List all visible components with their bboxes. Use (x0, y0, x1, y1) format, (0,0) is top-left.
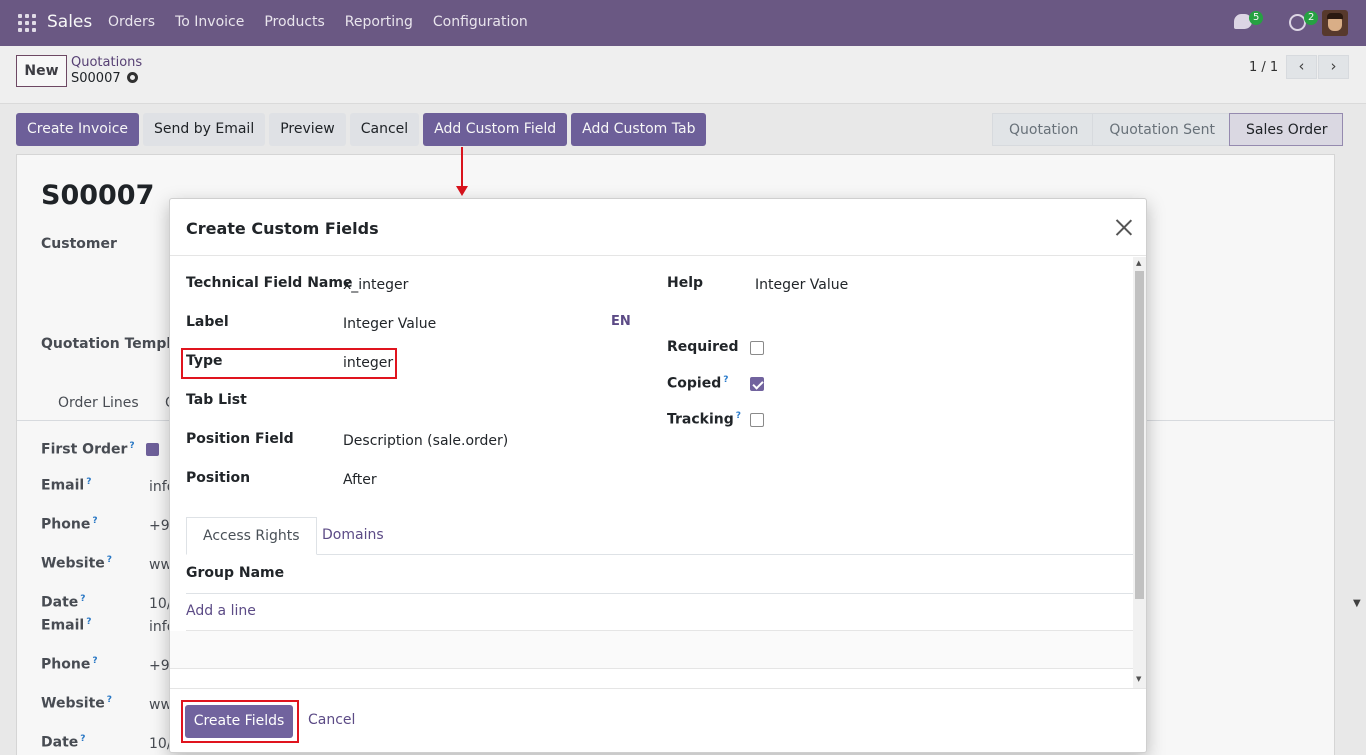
type-label: Type (186, 353, 223, 369)
dialog-footer: Create Fields Cancel (170, 688, 1146, 752)
dialog-header: Create Custom Fields (170, 199, 1146, 256)
type-select[interactable]: integer (343, 355, 393, 371)
tab-domains[interactable]: Domains (306, 517, 400, 555)
scroll-down-icon[interactable]: ▼ (1136, 675, 1141, 683)
dialog-tabs: Access Rights Domains (186, 517, 1133, 555)
technical-name-label: Technical Field Name (186, 275, 353, 291)
group-table-header: Group Name (186, 556, 1133, 594)
group-name-header: Group Name (186, 565, 285, 581)
position-field-label: Position Field (186, 431, 294, 447)
tab-list-label: Tab List (186, 392, 247, 408)
copied-checkbox[interactable] (750, 377, 764, 391)
add-line-row: Add a line (186, 594, 1133, 631)
help-input[interactable]: Integer Value (755, 277, 848, 293)
label-label: Label (186, 314, 229, 330)
create-custom-fields-dialog: Create Custom Fields Technical Field Nam… (169, 198, 1147, 753)
label-input[interactable]: Integer Value (343, 316, 436, 332)
dialog-title: Create Custom Fields (186, 219, 379, 238)
scrollbar-thumb[interactable] (1135, 271, 1144, 599)
cancel-dialog-button[interactable]: Cancel (308, 712, 355, 728)
close-icon[interactable] (1115, 219, 1132, 236)
tracking-checkbox[interactable] (750, 413, 764, 427)
help-label: Help (667, 275, 704, 291)
position-field-select[interactable]: Description (sale.order) (343, 433, 508, 449)
dialog-scrollbar[interactable]: ▲ ▼ (1133, 257, 1146, 688)
add-line-link[interactable]: Add a line (186, 603, 256, 619)
position-label: Position (186, 470, 251, 486)
create-fields-button[interactable]: Create Fields (185, 705, 293, 738)
required-checkbox[interactable] (750, 341, 764, 355)
tracking-label: Tracking? (667, 411, 741, 428)
scroll-up-icon[interactable]: ▲ (1136, 259, 1141, 267)
required-label: Required (667, 339, 739, 355)
copied-label: Copied? (667, 375, 729, 392)
language-button[interactable]: EN (611, 314, 631, 329)
technical-name-input[interactable]: x_integer (343, 277, 408, 293)
position-select[interactable]: After (343, 472, 377, 488)
tab-access-rights[interactable]: Access Rights (186, 517, 317, 555)
empty-table-row (170, 631, 1133, 669)
